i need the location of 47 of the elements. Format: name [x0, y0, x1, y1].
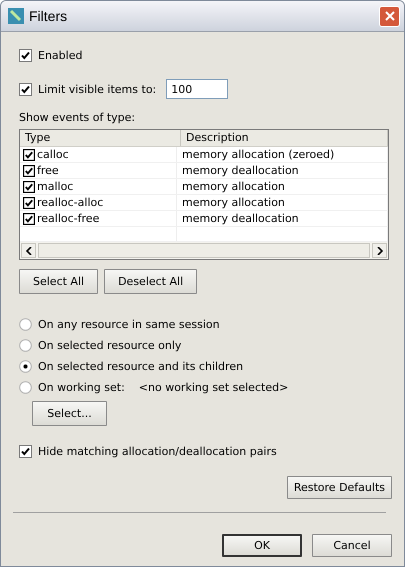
section-label: Show events of type: [19, 111, 136, 124]
push-button[interactable]: Deselect All [104, 269, 198, 294]
close-button[interactable] [379, 6, 400, 26]
table-cell: realloc-free [37, 212, 100, 225]
checkbox[interactable] [23, 164, 35, 176]
radio-button[interactable] [19, 318, 32, 330]
table-cell: memory allocation (zeroed) [182, 148, 334, 161]
status-text: <no working set selected> [138, 380, 288, 394]
table-cell: calloc [37, 148, 69, 161]
checkbox[interactable] [19, 82, 32, 96]
close-icon [384, 11, 394, 21]
radio-label: On selected resource only [38, 338, 182, 352]
column-header[interactable]: Type [20, 130, 181, 146]
checkbox[interactable] [23, 196, 35, 208]
radio-label: On any resource in same session [38, 318, 220, 330]
push-button[interactable]: Select All [19, 269, 98, 294]
checkbox-label: Limit visible items to: [38, 82, 156, 96]
table-cell: memory deallocation [182, 212, 299, 225]
table-cell: realloc-alloc [37, 196, 104, 209]
checkbox[interactable] [23, 212, 35, 224]
radio-label: On working set: [38, 380, 125, 394]
select-button[interactable]: Select... [32, 401, 107, 426]
push-button[interactable]: OK [222, 534, 302, 557]
horizontal-scrollbar[interactable] [20, 242, 388, 259]
checkbox-label: Hide matching allocation/deallocation pairs [38, 444, 277, 458]
input-field[interactable]: 100 [166, 79, 228, 99]
radio-button[interactable] [19, 380, 32, 394]
restore-defaults-button[interactable]: Restore Defaults [286, 476, 392, 499]
push-button[interactable]: Cancel [312, 534, 392, 557]
checkbox[interactable] [23, 180, 35, 192]
table-cell: memory allocation [182, 196, 285, 209]
radio-button[interactable] [19, 338, 32, 352]
column-header[interactable]: Description [181, 130, 388, 146]
radio-button[interactable] [19, 360, 32, 372]
table-cell: malloc [37, 180, 74, 193]
chevron-left-icon[interactable] [26, 246, 32, 254]
checkbox[interactable] [19, 444, 32, 458]
table-cell: memory allocation [182, 180, 285, 193]
window-title: Filters [29, 8, 68, 24]
app-icon [8, 8, 24, 24]
radio-label: On selected resource and its children [38, 360, 244, 372]
table-cell: free [37, 164, 59, 177]
chevron-right-icon[interactable] [376, 246, 382, 254]
checkbox[interactable] [23, 148, 35, 160]
checkbox-label: Enabled [38, 48, 82, 62]
table-cell: memory deallocation [182, 164, 299, 177]
checkbox[interactable] [19, 48, 32, 62]
